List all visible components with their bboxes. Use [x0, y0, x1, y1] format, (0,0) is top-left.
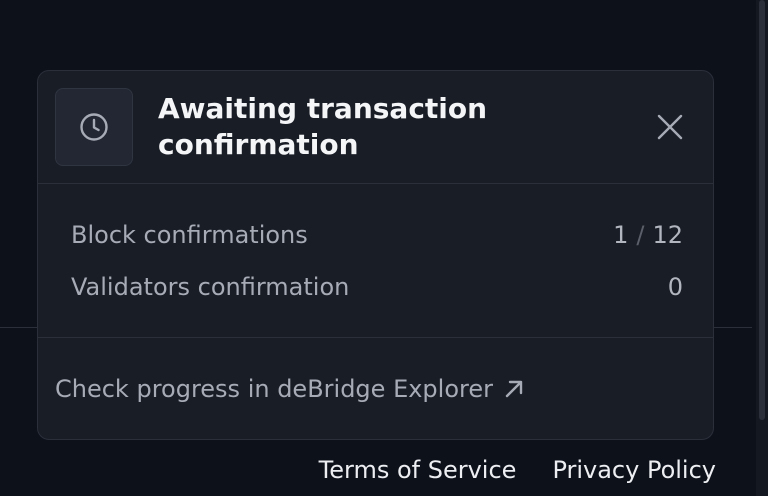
validators-confirmation-row: Validators confirmation 0 — [71, 269, 683, 305]
scrollbar[interactable] — [756, 0, 768, 496]
clock-icon — [80, 113, 108, 141]
toast-footer: Check progress in deBridge Explorer — [38, 338, 713, 439]
block-confirmations-row: Block confirmations 1/12 — [71, 217, 683, 253]
close-icon — [657, 114, 683, 140]
page: Awaiting transaction confirmation Block … — [0, 0, 768, 496]
close-button[interactable] — [652, 109, 688, 145]
block-confirmations-value: 1/12 — [613, 221, 683, 249]
validators-confirmation-label: Validators confirmation — [71, 273, 350, 301]
toast-body: Block confirmations 1/12 Validators conf… — [38, 184, 713, 338]
explorer-link-label: Check progress in deBridge Explorer — [55, 375, 493, 403]
toast-header: Awaiting transaction confirmation — [38, 71, 713, 184]
status-icon-box — [55, 88, 133, 166]
footer-links: Terms of Service Privacy Policy — [319, 452, 716, 488]
external-arrow-icon — [503, 378, 525, 400]
block-confirmations-separator: / — [636, 221, 645, 249]
transaction-status-toast: Awaiting transaction confirmation Block … — [37, 70, 714, 440]
block-confirmations-total: 12 — [652, 221, 683, 249]
scrollbar-thumb[interactable] — [759, 0, 765, 420]
block-confirmations-label: Block confirmations — [71, 221, 308, 249]
terms-of-service-link[interactable]: Terms of Service — [319, 452, 517, 488]
validators-confirmation-value: 0 — [667, 273, 683, 301]
privacy-policy-link[interactable]: Privacy Policy — [552, 452, 716, 488]
toast-title: Awaiting transaction confirmation — [158, 92, 488, 161]
explorer-link[interactable]: Check progress in deBridge Explorer — [55, 371, 525, 407]
block-confirmations-current: 1 — [613, 221, 629, 249]
